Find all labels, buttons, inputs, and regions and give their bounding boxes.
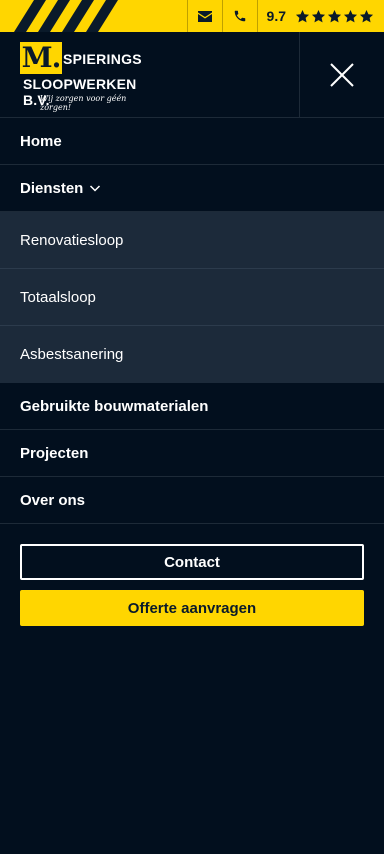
nav-item-label: Over ons	[20, 491, 86, 509]
logo[interactable]: M. SPIERINGS SLOOPWERKEN B.V. Wij zorgen…	[20, 41, 155, 112]
submenu-item-asbestsanering[interactable]: Asbestsanering	[0, 326, 384, 383]
nav-item-label: Home	[20, 132, 62, 150]
site-header: M. SPIERINGS SLOOPWERKEN B.V. Wij zorgen…	[0, 32, 384, 118]
nav-item-projecten[interactable]: Projecten	[0, 430, 384, 477]
topbar-actions: 9.7	[186, 0, 384, 32]
nav-item-diensten[interactable]: Diensten	[0, 165, 384, 212]
email-button[interactable]	[186, 0, 222, 32]
submenu-item-label: Asbestsanering	[20, 346, 124, 363]
nav-item-home[interactable]: Home	[0, 118, 384, 165]
menu-close-button[interactable]	[299, 32, 384, 117]
top-bar: 9.7	[0, 0, 384, 32]
phone-icon	[234, 10, 245, 22]
nav-item-label: Gebruikte bouwmaterialen	[20, 397, 209, 415]
star-icon	[359, 9, 374, 22]
star-icon	[311, 9, 326, 22]
submenu-item-label: Renovatiesloop	[20, 231, 124, 249]
star-icon	[295, 9, 310, 22]
nav-item-label: Projecten	[20, 444, 89, 462]
contact-button[interactable]: Contact	[20, 544, 364, 580]
nav-item-label: Diensten	[20, 179, 84, 197]
submenu-item-label: Totaalsloop	[20, 288, 96, 306]
envelope-icon	[197, 10, 212, 22]
nav-item-gebruikte-bouwmaterialen[interactable]: Gebruikte bouwmaterialen	[0, 383, 384, 430]
rating-stars	[295, 9, 374, 24]
cta-group: Contact Offerte aanvragen	[20, 544, 364, 626]
logo-line1: SPIERINGS	[63, 51, 142, 67]
submenu-item-totaalsloop[interactable]: Totaalsloop	[0, 269, 384, 326]
rating-value: 9.7	[266, 8, 286, 24]
submenu-diensten: Renovatiesloop Totaalsloop Asbestsanerin…	[0, 212, 384, 383]
submenu-item-renovatiesloop[interactable]: Renovatiesloop	[0, 212, 384, 269]
star-icon	[327, 9, 342, 22]
logo-mark: M.	[20, 41, 62, 74]
nav-item-over-ons[interactable]: Over ons	[0, 477, 384, 524]
close-icon	[330, 62, 354, 87]
offerte-button[interactable]: Offerte aanvragen	[20, 590, 364, 626]
rating-badge[interactable]: 9.7	[256, 0, 384, 32]
star-icon	[343, 9, 358, 22]
decorative-stripes	[0, 0, 190, 32]
mobile-nav: Home Diensten Renovatiesloop Totaalsloop…	[0, 118, 384, 524]
phone-button[interactable]	[221, 0, 257, 32]
chevron-down-icon	[90, 185, 101, 192]
logo-tagline: Wij zorgen voor géén zorgen!	[40, 94, 127, 112]
